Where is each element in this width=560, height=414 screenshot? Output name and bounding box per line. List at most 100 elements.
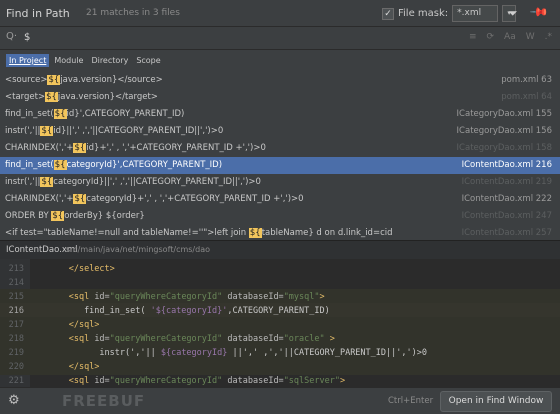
result-row[interactable]: CHARINDEX(','+${categoryId}+',' , ','+CA… [0, 191, 560, 208]
match-highlight: ${ [248, 228, 262, 238]
file-mask-input[interactable]: *.xml [452, 5, 499, 22]
line-number: 221 [8, 376, 24, 386]
match-highlight: ${ [51, 211, 65, 221]
result-row[interactable]: find_in_set(${id}',CATEGORY_PARENT_ID) IC… [0, 106, 560, 123]
code-token: ||',' ,','||CATEGORY_PARENT_ID||',')>0 [227, 348, 427, 358]
file-mask-checkbox[interactable]: ✓ [382, 7, 394, 20]
search-option-4[interactable]: .* [545, 32, 552, 42]
scope-tab-in-project[interactable]: In Project [6, 54, 50, 67]
code-token: instr(','|| [99, 348, 161, 358]
match-highlight: ${ [73, 143, 87, 153]
watermark: FREEBUF [62, 392, 146, 410]
match-count: 21 matches in 3 files [86, 8, 180, 18]
result-row[interactable]: <source>${java.version}</source> pom.xml … [0, 72, 560, 89]
search-options: ≡ ⟳ Aa W .* [469, 32, 552, 42]
result-file: ICategoryDao.xml 158 [456, 143, 552, 153]
search-option-1[interactable]: ⟳ [487, 32, 495, 42]
search-input[interactable]: $ [24, 32, 30, 43]
code-token: databaseId= [222, 334, 284, 344]
result-file: ICategoryDao.xml 155 [456, 109, 552, 119]
match-highlight: ${ [45, 92, 58, 102]
scope-bar: In Project Module Directory Scope [0, 50, 560, 72]
result-row[interactable]: <target>${java.version}</target> pom.xml … [0, 89, 560, 106]
bottom-bar: ⚙ FREEBUF Ctrl+Enter Open in Find Window [0, 387, 560, 414]
code-token: find_in_set( [84, 306, 151, 316]
match-highlight: ${ [53, 160, 67, 170]
code-token: <sql [68, 376, 95, 386]
code-token: > [339, 376, 346, 386]
code-token: id= [94, 334, 110, 344]
code-token: databaseId= [222, 376, 284, 386]
result-file: IContentDao.xml 219 [461, 177, 552, 187]
scope-tab-module[interactable]: Module [51, 54, 86, 67]
dialog-title: Find in Path [6, 7, 70, 20]
scope-tab-directory[interactable]: Directory [88, 54, 131, 67]
match-highlight: ${ [47, 75, 61, 85]
search-option-2[interactable]: Aa [504, 32, 516, 42]
code-token: "mysql" [283, 292, 320, 302]
gear-icon[interactable]: ⚙ [8, 393, 20, 408]
scope-tabs: In Project Module Directory Scope [6, 54, 164, 67]
preview-file-path: src/main/java/net/mingsoft/cms/dao [66, 245, 211, 254]
results-list: <source>${java.version}</source> pom.xml … [0, 72, 560, 240]
code-token: ${categoryId} [160, 348, 228, 358]
code-preview[interactable]: 213 </select> 214 215 <sql id="queryWhereC… [0, 259, 560, 387]
result-row[interactable]: CHARINDEX(','+${id}+',' , ','+CATEGORY_P… [0, 140, 560, 157]
title-bar: Find in Path 21 matches in 3 files ✓ Fil… [0, 0, 560, 27]
result-code: find_in_set(${id}',CATEGORY_PARENT_ID) [5, 109, 185, 119]
result-file: pom.xml 64 [501, 92, 552, 102]
file-mask-label: File mask: [398, 8, 449, 19]
code-token: </sql> [68, 320, 100, 330]
code-token: '${categoryId}' [150, 306, 228, 316]
code-token: "queryWhereCategoryId" [109, 334, 223, 344]
result-code: ORDER BY ${orderBy} ${order} [5, 211, 145, 221]
code-token: "sqlServer" [283, 376, 340, 386]
code-token: "queryWhereCategoryId" [109, 292, 223, 302]
search-option-3[interactable]: W [526, 32, 535, 42]
result-code: instr(','||${id}||',' ,','||CATEGORY_PAR… [5, 126, 224, 136]
line-text: <sql id="queryWhereCategoryId" databaseI… [38, 373, 345, 387]
code-token: > [324, 334, 335, 344]
result-file: IContentDao.xml 247 [461, 211, 552, 221]
code-token: databaseId= [222, 292, 284, 302]
search-icon[interactable]: Q· [6, 31, 17, 42]
file-mask-group: ✓ File mask: *.xml ▾ [382, 5, 517, 22]
result-code: CHARINDEX(','+${id}+',' , ','+CATEGORY_P… [5, 143, 266, 153]
result-row[interactable]: find_in_set(${categoryId}',CATEGORY_PARE… [0, 157, 560, 174]
preview-path-bar: IContentDao.xml src/main/java/net/mingso… [0, 240, 560, 260]
match-highlight: ${ [53, 109, 67, 119]
result-file: ICategoryDao.xml 156 [456, 126, 552, 136]
code-token: </select> [68, 264, 115, 274]
code-token: ,CATEGORY_PARENT_ID) [227, 306, 330, 316]
result-row[interactable]: instr(','||${id}||',' ,','||CATEGORY_PAR… [0, 123, 560, 140]
code-token: id= [94, 376, 110, 386]
result-row[interactable]: instr(','||${categoryId}||',' ,','||CATE… [0, 174, 560, 191]
result-file: pom.xml 63 [501, 75, 552, 85]
code-token: </sql> [68, 362, 100, 372]
code-token: id= [94, 292, 110, 302]
match-highlight: ${ [73, 194, 87, 204]
code-token: <sql [68, 292, 95, 302]
code-line: 221 <sql id="queryWhereCategoryId" datab… [0, 373, 560, 387]
scope-tab-scope[interactable]: Scope [133, 54, 163, 67]
search-bar: Q· $ ≡ ⟳ Aa W .* [0, 27, 560, 50]
match-highlight: ${ [40, 126, 54, 136]
result-code: <source>${java.version}</source> [5, 75, 163, 85]
result-code: <target>${java.version}</target> [5, 92, 158, 102]
shortcut-hint: Ctrl+Enter [388, 396, 434, 406]
search-option-0[interactable]: ≡ [469, 32, 477, 42]
result-file: IContentDao.xml 216 [461, 160, 552, 170]
result-row[interactable]: ORDER BY ${orderBy} ${order} IContentDao.… [0, 208, 560, 225]
result-code: find_in_set(${categoryId}',CATEGORY_PARE… [5, 160, 223, 170]
result-file: IContentDao.xml 222 [461, 194, 552, 204]
open-in-find-window-button[interactable]: Open in Find Window [440, 391, 552, 412]
pin-icon[interactable]: 📌 [529, 2, 549, 22]
code-token: <sql [68, 334, 95, 344]
filter-icon[interactable]: ⏷ [508, 6, 518, 21]
result-code: instr(','||${categoryId}||',' ,','||CATE… [5, 177, 261, 187]
result-row[interactable]: <if test="tableName!=null and tableName!… [0, 225, 560, 240]
code-token: > [319, 292, 325, 302]
match-highlight: ${ [40, 177, 54, 187]
result-code: CHARINDEX(','+${categoryId}+',' , ','+CA… [5, 194, 304, 204]
result-file: IContentDao.xml 257 [461, 228, 552, 238]
